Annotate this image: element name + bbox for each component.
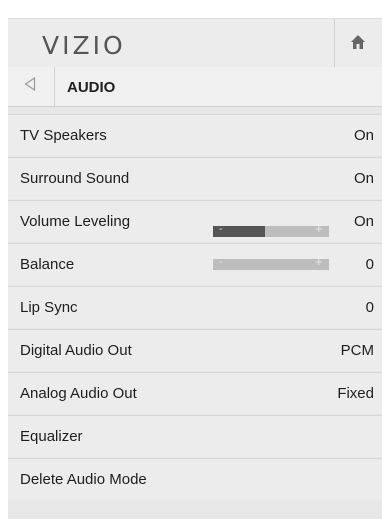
- menu-item-label: Volume Leveling: [20, 213, 131, 230]
- menu-item-label: TV Speakers: [20, 127, 107, 144]
- menu-item-label: Equalizer: [20, 428, 83, 445]
- menu-item-analog-audio-out[interactable]: Analog Audio Out Fixed: [8, 372, 382, 414]
- menu-item-label: Balance: [20, 256, 75, 273]
- vizio-logo: VIZIO: [42, 31, 126, 60]
- audio-menu-panel: VIZIO AUDIO TV Speakers On Surround Soun…: [8, 18, 382, 519]
- menu-item-volume-leveling[interactable]: Volume Leveling - + On: [8, 200, 382, 242]
- back-button[interactable]: [8, 67, 55, 106]
- menu-header: VIZIO: [8, 18, 382, 68]
- audio-settings-list: TV Speakers On Surround Sound On Volume …: [8, 114, 382, 501]
- menu-item-tv-speakers[interactable]: TV Speakers On: [8, 114, 382, 156]
- menu-item-value: On: [353, 213, 374, 230]
- menu-item-value: 0: [365, 299, 374, 316]
- menu-item-value: PCM: [340, 342, 374, 359]
- volume-slider[interactable]: - +: [213, 224, 329, 237]
- slider-plus-icon: +: [314, 224, 323, 235]
- menu-item-value: Fixed: [337, 385, 374, 402]
- menu-item-label: Surround Sound: [20, 170, 130, 187]
- home-button[interactable]: [334, 19, 382, 67]
- menu-item-equalizer[interactable]: Equalizer: [8, 415, 382, 457]
- slider-minus-icon: -: [219, 224, 223, 235]
- slider-minus-icon: -: [219, 257, 223, 268]
- slider-plus-icon: +: [314, 257, 323, 268]
- menu-item-label: Lip Sync: [20, 299, 78, 316]
- balance-slider[interactable]: - +: [213, 257, 329, 270]
- breadcrumb: AUDIO: [8, 67, 382, 107]
- menu-item-label: Digital Audio Out: [20, 342, 132, 359]
- menu-item-label: Delete Audio Mode: [20, 471, 147, 488]
- menu-item-value: 0: [365, 256, 374, 273]
- menu-item-balance[interactable]: Balance - + 0: [8, 243, 382, 285]
- page-title: AUDIO: [67, 79, 116, 96]
- menu-item-label: Analog Audio Out: [20, 385, 137, 402]
- menu-item-surround-sound[interactable]: Surround Sound On: [8, 157, 382, 199]
- menu-item-delete-audio-mode[interactable]: Delete Audio Mode: [8, 458, 382, 500]
- menu-item-value: On: [353, 127, 374, 144]
- menu-item-digital-audio-out[interactable]: Digital Audio Out PCM: [8, 329, 382, 371]
- menu-item-value: On: [353, 170, 374, 187]
- home-icon: [351, 35, 365, 49]
- back-triangle-icon: [24, 77, 36, 91]
- menu-item-lip-sync[interactable]: Lip Sync 0: [8, 286, 382, 328]
